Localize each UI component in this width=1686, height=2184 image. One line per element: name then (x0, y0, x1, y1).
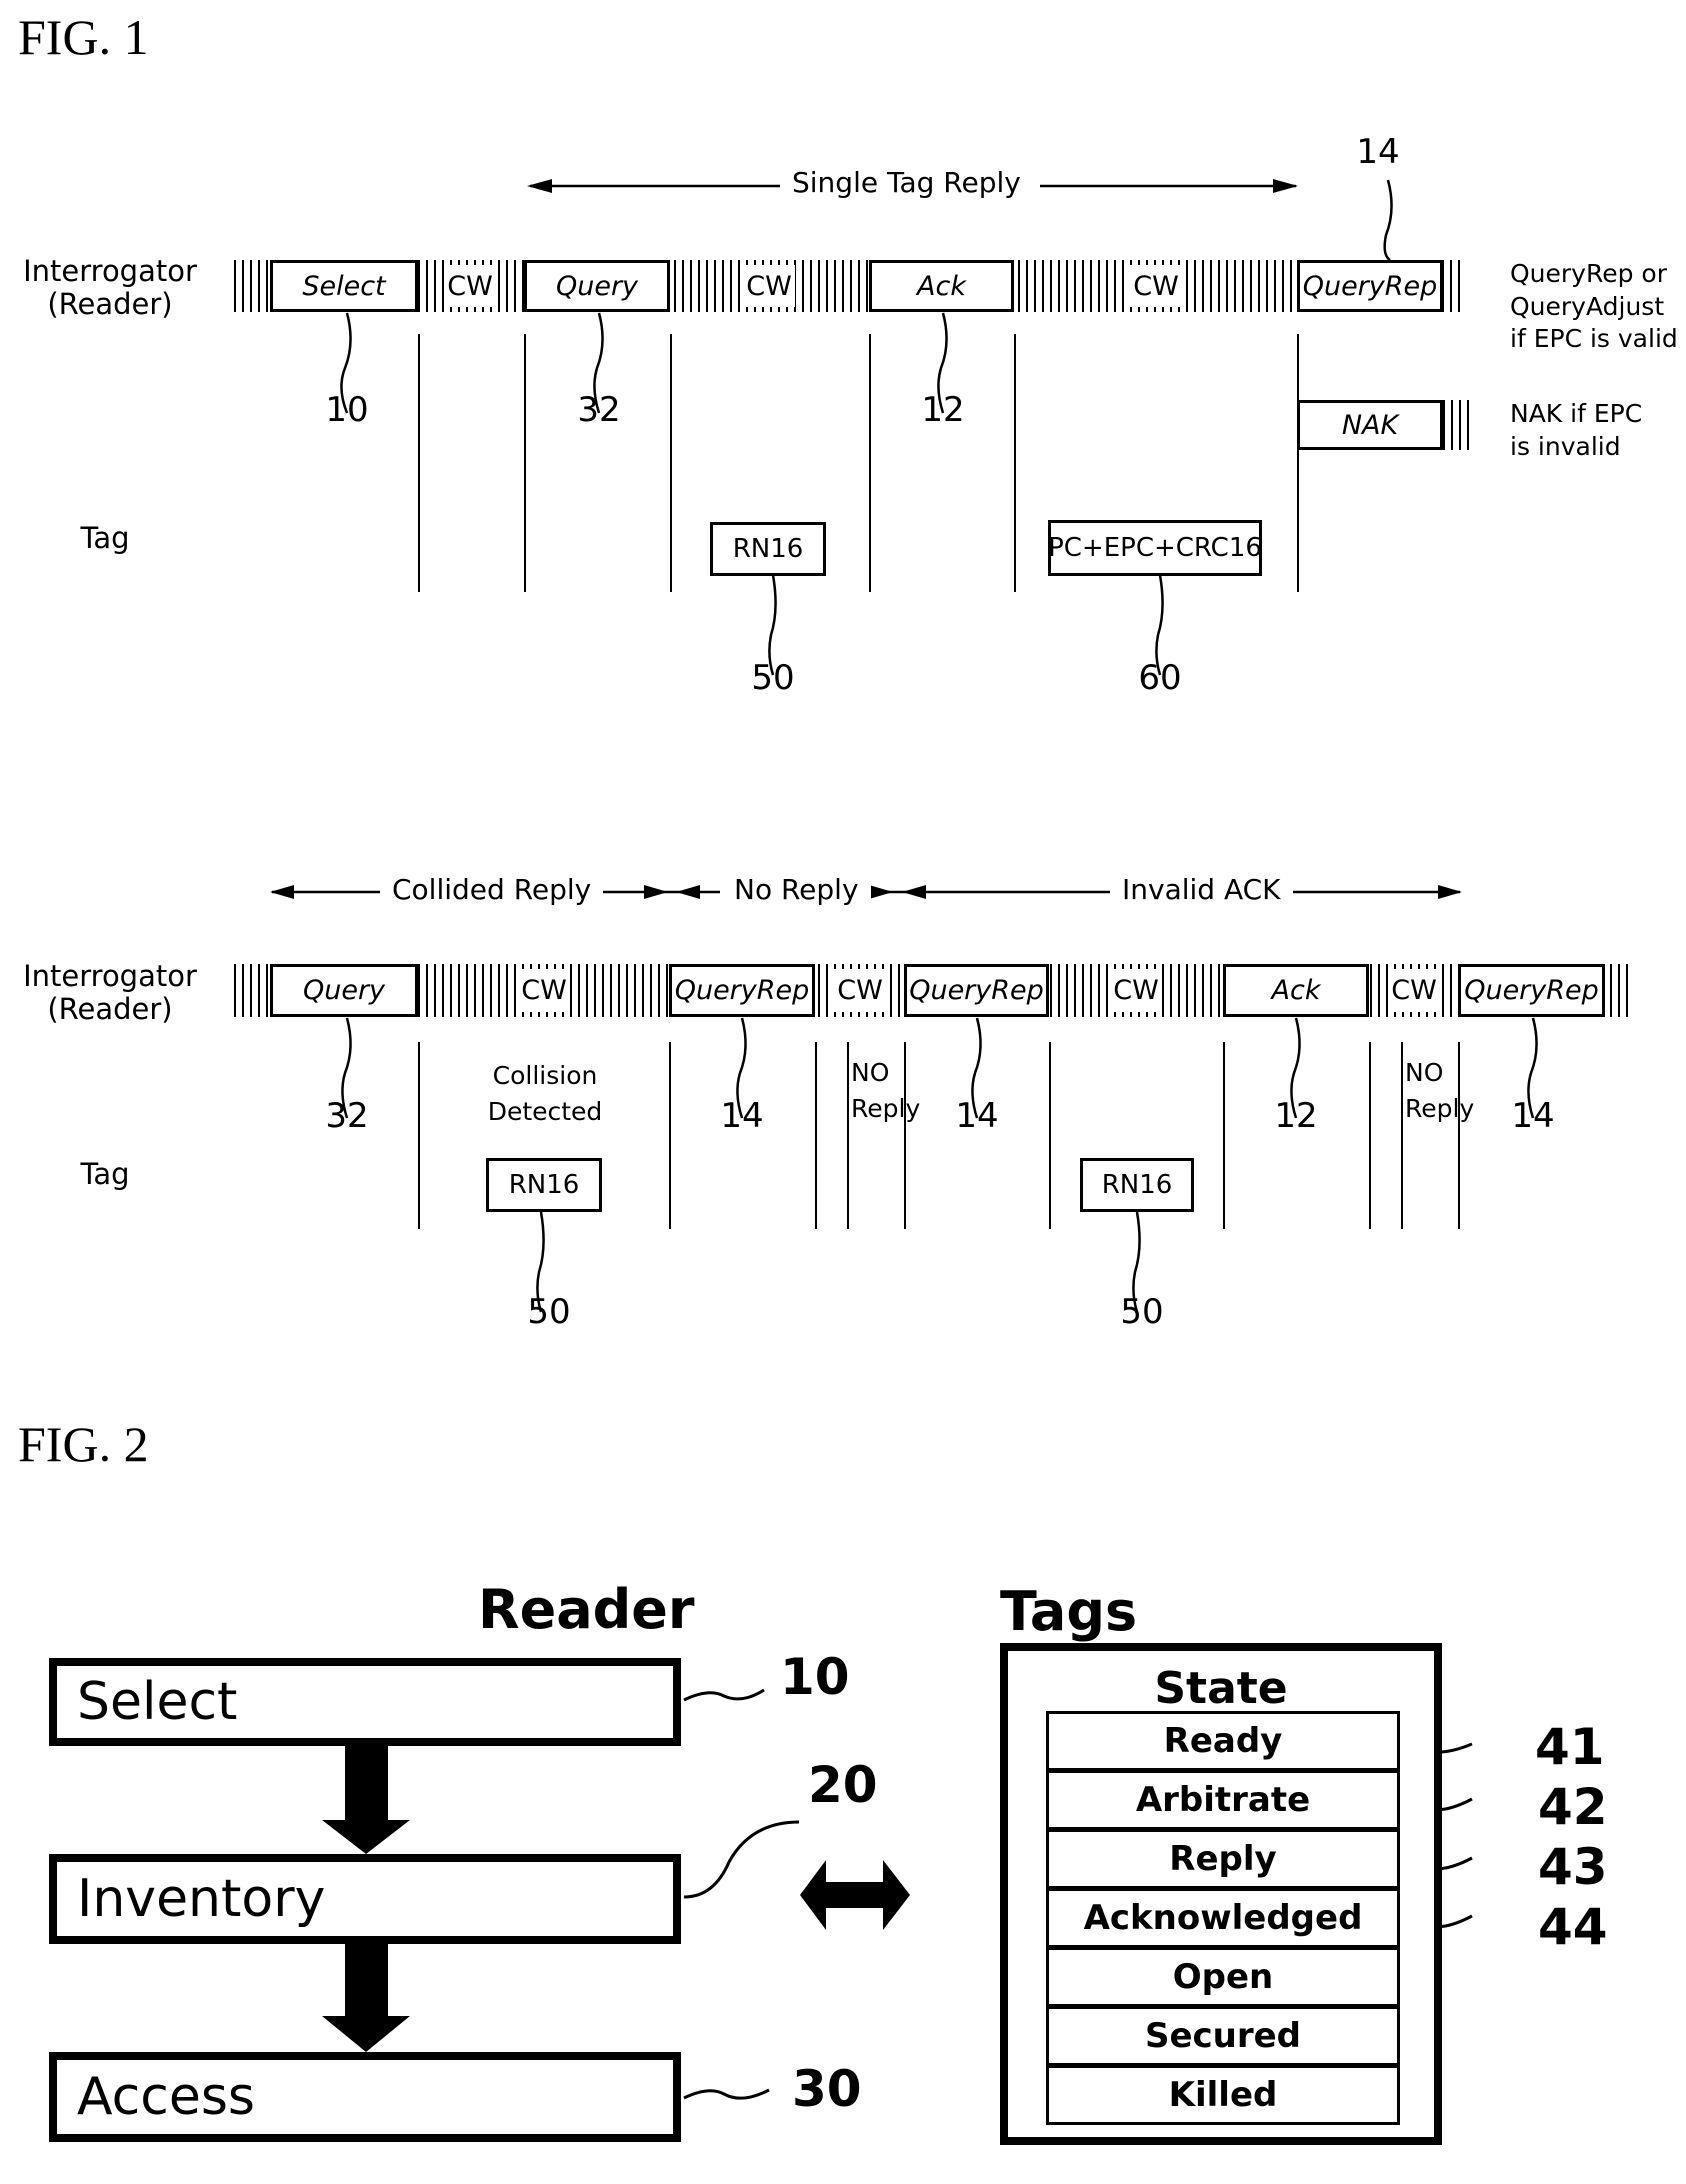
state-arbitrate: Arbitrate (1046, 1770, 1400, 1830)
ref-number: 42 (1538, 1778, 1608, 1836)
tags-title: Tags (1000, 1580, 1138, 1643)
state-open: Open (1046, 1947, 1400, 2007)
tags-state-container: State Ready Arbitrate Reply Acknowledged… (1000, 1643, 1442, 2145)
state-list: Ready Arbitrate Reply Acknowledged Open … (1046, 1711, 1400, 2125)
leader-30 (683, 2088, 770, 2100)
ref-number: 44 (1538, 1898, 1608, 1956)
ref-number: 20 (808, 1756, 878, 1814)
state-secured: Secured (1046, 2006, 1400, 2066)
state-reply: Reply (1046, 1829, 1400, 1889)
ref-number: 41 (1535, 1718, 1605, 1776)
state-ready: Ready (1046, 1711, 1400, 1771)
ref-number: 43 (1538, 1838, 1608, 1896)
state-title: State (1154, 1663, 1288, 1714)
bidirectional-arrow-icon (800, 1860, 910, 1930)
ref-number: 30 (792, 2060, 862, 2118)
leader-20 (683, 1820, 800, 1899)
state-killed: Killed (1046, 2065, 1400, 2125)
down-arrow-icon (322, 1944, 410, 2052)
down-arrow-icon (322, 1746, 410, 1854)
state-acknowledged: Acknowledged (1046, 1888, 1400, 1948)
ref-number: 10 (780, 1648, 850, 1706)
leader-10 (683, 1688, 765, 1702)
